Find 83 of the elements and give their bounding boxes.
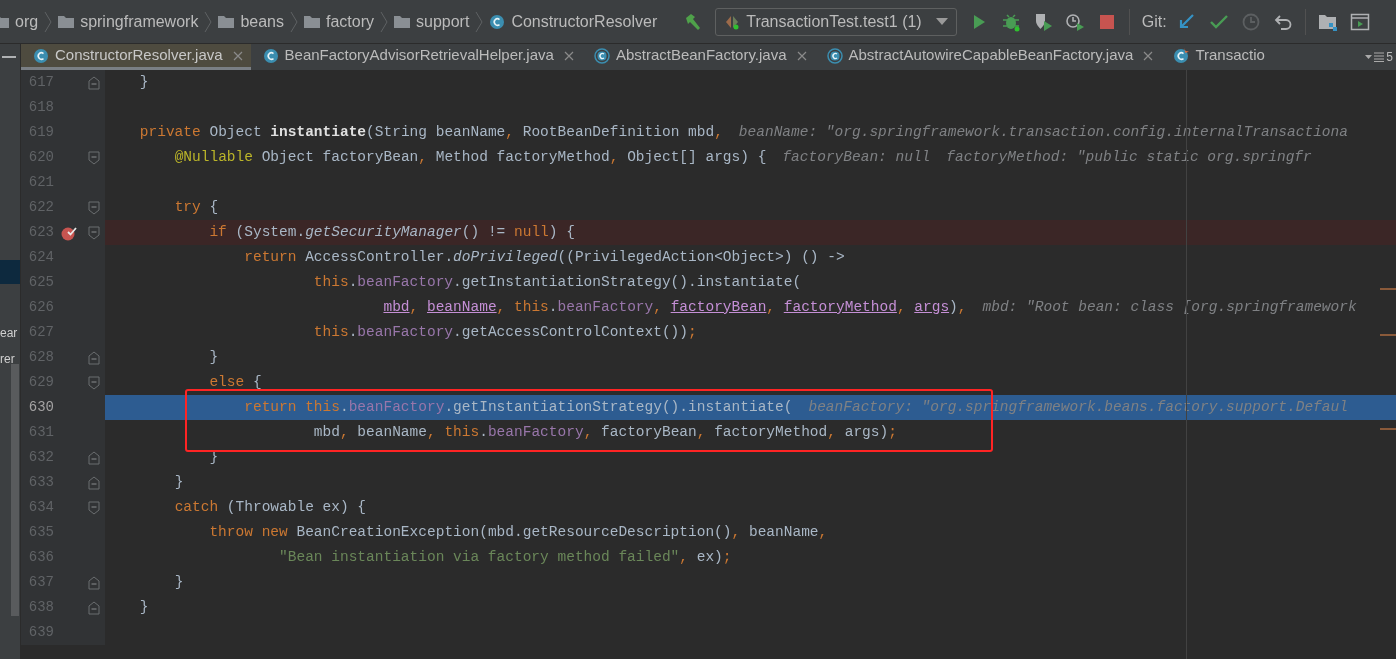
code-line: throw new BeanCreationException(mbd.getResourceDescription(), beanName, xyxy=(208,522,828,542)
fold-marker-icon[interactable] xyxy=(88,475,100,490)
window-icon[interactable] xyxy=(1349,11,1370,32)
error-stripe-mark xyxy=(1380,334,1396,336)
bug-icon[interactable] xyxy=(1000,11,1021,32)
chevron-icon xyxy=(290,10,298,33)
class-icon xyxy=(33,47,49,64)
class-icon xyxy=(262,47,279,64)
vcs-label: Git: xyxy=(1141,11,1167,32)
fold-marker-icon[interactable] xyxy=(88,500,100,515)
fold-marker-icon[interactable] xyxy=(88,225,100,240)
code-line: if (System.getSecurityManager() != null) { xyxy=(208,222,575,242)
folder-icon xyxy=(394,15,410,28)
debug-value-hint: mbd: "Root bean: class [org.springframework xyxy=(982,297,1357,317)
editor-tab[interactable]: AbstractAutowireCapableBeanFactory.java xyxy=(814,44,1162,70)
code-line: return AccessController.doPrivileged((PrivilegedAction<Object>) () -> xyxy=(243,247,845,267)
folder-icon xyxy=(218,15,235,28)
tree-item-label[interactable]: rer xyxy=(0,350,15,368)
editor-tab[interactable]: Transactio xyxy=(1161,44,1273,70)
code-line: catch (Throwable ex) { xyxy=(173,497,367,517)
tab-overflow-button[interactable]: 5 xyxy=(1365,44,1396,70)
error-stripe-mark xyxy=(1380,288,1396,290)
fold-marker-icon[interactable] xyxy=(88,150,100,165)
code-line: @Nullable Object factoryBean, Method factoryMethod, Object[] args) { xyxy=(173,147,767,167)
breadcrumb-item[interactable]: org xyxy=(0,9,41,34)
error-stripe-mark xyxy=(1380,428,1396,430)
code-line: mbd, beanName, this.beanFactory, factoryBean, factoryMethod, args); xyxy=(312,422,897,442)
line-number: 630 xyxy=(27,398,54,417)
run-config-dropdown[interactable]: TransactionTest.test1 (1) xyxy=(715,7,957,36)
profiler-icon[interactable] xyxy=(1064,11,1085,32)
abstract-class-icon xyxy=(826,47,843,64)
breadcrumb-item[interactable]: support xyxy=(392,9,472,34)
test-class-icon xyxy=(1173,47,1190,64)
folder-icon xyxy=(304,15,320,28)
code-line: try { xyxy=(173,197,219,217)
folder-icon xyxy=(58,15,75,28)
code-line: } xyxy=(208,347,219,367)
breadcrumb-item[interactable]: ConstructorResolver xyxy=(487,9,660,34)
close-icon[interactable] xyxy=(232,50,243,61)
code-line: } xyxy=(173,472,184,492)
code-line: this.beanFactory.getInstantiationStrategy().instantiate( xyxy=(312,272,802,292)
fold-marker-icon[interactable] xyxy=(88,600,100,615)
chevron-icon xyxy=(475,10,484,33)
code-line: else { xyxy=(208,372,262,392)
scrollbar-thumb[interactable] xyxy=(11,364,19,616)
breadcrumb-item[interactable]: springframework xyxy=(56,9,201,34)
code-line: } xyxy=(138,72,149,92)
breadcrumb-item[interactable]: factory xyxy=(302,9,376,34)
chevron-icon xyxy=(44,10,53,33)
caret-icon xyxy=(1365,54,1373,60)
code-line: mbd, beanName, this.beanFactory, factoryBean, factoryMethod, args), xyxy=(382,297,967,317)
code-line: } xyxy=(138,597,149,617)
code-line: return this.beanFactory.getInstantiationStrategy().instantiate( xyxy=(243,397,793,417)
fold-marker-icon[interactable] xyxy=(88,75,100,90)
history-icon[interactable] xyxy=(1240,11,1261,32)
selection-highlight xyxy=(0,260,20,284)
code-line: "Bean instantiation via factory method failed", ex); xyxy=(278,547,732,567)
close-icon[interactable] xyxy=(563,50,574,61)
editor-tab[interactable]: ConstructorResolver.java xyxy=(21,44,251,70)
fold-marker-icon[interactable] xyxy=(88,375,100,390)
fold-marker-icon[interactable] xyxy=(88,450,100,465)
hide-panel-icon[interactable] xyxy=(2,55,16,59)
chevron-icon xyxy=(204,10,213,33)
fold-marker-icon[interactable] xyxy=(88,575,100,590)
caret-icon xyxy=(935,17,948,26)
fold-marker-icon[interactable] xyxy=(88,200,100,215)
editor-tab[interactable]: BeanFactoryAdvisorRetrievalHelper.java xyxy=(250,44,582,70)
breadcrumb-item[interactable]: beans xyxy=(216,9,286,34)
fold-marker-icon[interactable] xyxy=(88,350,100,365)
debug-value-hint: beanName: "org.springframework.transaction.config.internalTransactiona xyxy=(738,122,1348,142)
tree-item-label[interactable]: ear xyxy=(0,324,18,342)
close-icon[interactable] xyxy=(1143,50,1154,61)
debug-value-hint: factoryMethod: "public static org.springfr xyxy=(946,147,1312,167)
class-icon xyxy=(489,13,506,30)
chevron-icon xyxy=(380,10,388,33)
code-line: } xyxy=(173,572,184,592)
code-line: this.beanFactory.getAccessControlContext()); xyxy=(312,322,697,342)
debug-value-hint: factoryBean: null xyxy=(782,147,931,167)
abstract-class-icon xyxy=(593,47,610,64)
code-line: private Object instantiate(String beanName, RootBeanDefinition mbd, xyxy=(138,122,723,142)
close-icon[interactable] xyxy=(796,50,807,61)
editor-tab[interactable]: AbstractBeanFactory.java xyxy=(581,44,815,70)
list-icon xyxy=(1374,52,1385,62)
